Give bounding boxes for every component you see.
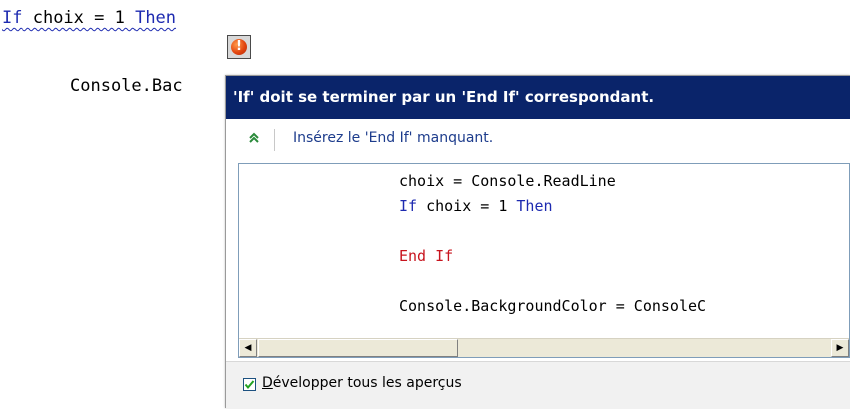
- editor-line-console[interactable]: Console.Bac: [70, 76, 183, 96]
- preview-line-inserted: End If: [399, 247, 454, 265]
- scroll-right-icon[interactable]: ▶: [831, 339, 849, 357]
- scroll-left-icon[interactable]: ◀: [239, 339, 257, 357]
- expand-all-previews-label[interactable]: Développer tous les aperçus: [262, 375, 462, 391]
- popup-footer: Développer tous les aperçus: [226, 361, 850, 409]
- preview-line: Console.BackgroundColor = ConsoleC: [399, 297, 707, 315]
- horizontal-scrollbar[interactable]: ◀ ▶: [239, 338, 849, 357]
- smart-tag-button[interactable]: !: [227, 35, 251, 59]
- keyword-then: Then: [516, 197, 553, 215]
- error-icon: !: [231, 39, 247, 55]
- checkmark-icon: [244, 380, 255, 390]
- code-preview: choix = Console.ReadLine If choix = 1 Th…: [238, 163, 850, 358]
- preview-line: choix = Console.ReadLine: [399, 172, 616, 190]
- expand-all-previews-checkbox[interactable]: [243, 378, 256, 391]
- condition-text: choix = 1: [417, 197, 517, 215]
- insert-end-if-link[interactable]: Insérez le 'End If' manquant.: [293, 130, 493, 146]
- preview-line-if: If choix = 1 Then: [399, 197, 553, 215]
- scrollbar-thumb[interactable]: [258, 339, 458, 357]
- fix-suggestion-row[interactable]: Insérez le 'End If' manquant.: [226, 119, 850, 159]
- editor-line-if[interactable]: If choix = 1 Then: [2, 8, 176, 28]
- keyword-if: If: [2, 8, 23, 28]
- keyword-then: Then: [135, 8, 177, 28]
- error-correction-popup: 'If' doit se terminer par un 'End If' co…: [225, 75, 850, 409]
- divider: [274, 129, 275, 151]
- popup-title: 'If' doit se terminer par un 'End If' co…: [226, 76, 850, 119]
- condition-text: choix = 1: [22, 8, 136, 28]
- double-chevron-up-icon: [248, 132, 262, 146]
- keyword-if: If: [399, 197, 418, 215]
